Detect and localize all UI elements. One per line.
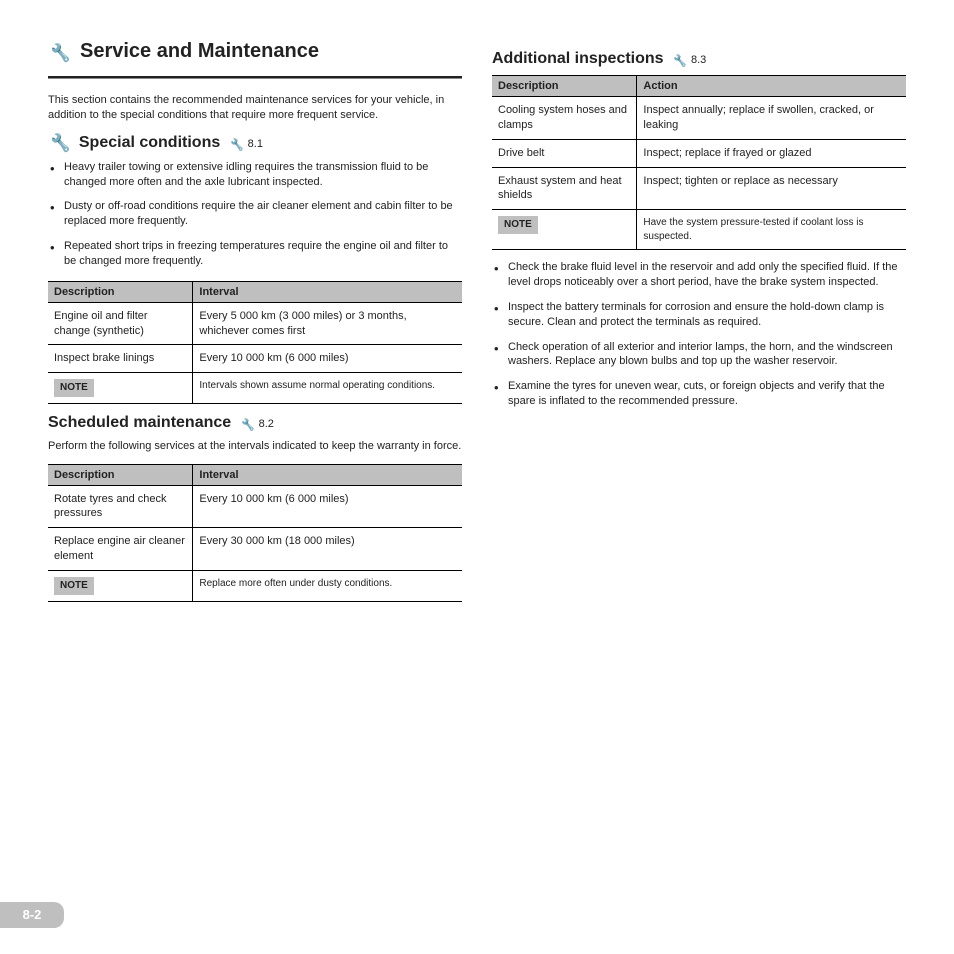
intro-paragraph: This section contains the recommended ma… bbox=[48, 93, 462, 123]
table-row: Drive belt Inspect; replace if frayed or… bbox=[492, 139, 906, 167]
table-cell: Exhaust system and heat shields bbox=[492, 167, 637, 210]
note-label: NOTE bbox=[54, 577, 94, 595]
table-cell: Replace engine air cleaner element bbox=[48, 528, 193, 571]
table-cell: Every 10 000 km (6 000 miles) bbox=[193, 485, 462, 528]
table-header: Description bbox=[48, 464, 193, 485]
table-cell: Every 10 000 km (6 000 miles) bbox=[193, 345, 462, 373]
table-cell: Intervals shown assume normal operating … bbox=[193, 373, 462, 404]
section-title: 🔧 Service and Maintenance bbox=[48, 40, 462, 68]
table-note-row: NOTE Have the system pressure-tested if … bbox=[492, 210, 906, 250]
table-cell: Inspect; tighten or replace as necessary bbox=[637, 167, 906, 210]
page-content: 🔧 Service and Maintenance This section c… bbox=[0, 0, 954, 652]
table-cell: Every 30 000 km (18 000 miles) bbox=[193, 528, 462, 571]
table-cell: Every 5 000 km (3 000 miles) or 3 months… bbox=[193, 302, 462, 345]
table-cell: NOTE bbox=[492, 210, 637, 250]
list-item: Check the brake fluid level in the reser… bbox=[492, 260, 906, 290]
list-item: Dusty or off-road conditions require the… bbox=[48, 199, 462, 229]
table-header: Interval bbox=[193, 464, 462, 485]
table-special-conditions: Description Interval Engine oil and filt… bbox=[48, 281, 462, 404]
table-cell: Inspect; replace if frayed or glazed bbox=[637, 139, 906, 167]
right-column: Additional inspections 🔧 8.3 Description … bbox=[492, 40, 906, 612]
subheading-scheduled-maintenance: Scheduled maintenance 🔧 8.2 bbox=[48, 414, 462, 433]
table-row: Rotate tyres and check pressures Every 1… bbox=[48, 485, 462, 528]
section-title-text: Service and Maintenance bbox=[80, 40, 319, 62]
subheading-ref: 🔧 8.2 bbox=[240, 418, 274, 430]
wrench-icon: 🔧 bbox=[239, 417, 255, 433]
wrench-icon: 🔧 bbox=[228, 137, 244, 153]
table-header: Description bbox=[492, 76, 637, 97]
wrench-icon: 🔧 bbox=[47, 42, 71, 65]
additional-inspections-list: Check the brake fluid level in the reser… bbox=[492, 260, 906, 409]
table-row: Exhaust system and heat shields Inspect;… bbox=[492, 167, 906, 210]
table-header-row: Description Interval bbox=[48, 281, 462, 302]
table-cell: NOTE bbox=[48, 373, 193, 404]
ref-number: 8.2 bbox=[259, 418, 274, 430]
subheading-text: Additional inspections bbox=[492, 50, 664, 67]
table-scheduled-maintenance: Description Interval Rotate tyres and ch… bbox=[48, 464, 462, 602]
list-item: Repeated short trips in freezing tempera… bbox=[48, 239, 462, 269]
table-row: Engine oil and filter change (synthetic)… bbox=[48, 302, 462, 345]
table-cell: Have the system pressure-tested if coola… bbox=[637, 210, 906, 250]
table-header: Interval bbox=[193, 281, 462, 302]
table-header: Description bbox=[48, 281, 193, 302]
special-conditions-list: Heavy trailer towing or extensive idling… bbox=[48, 160, 462, 269]
table-cell: Inspect annually; replace if swollen, cr… bbox=[637, 97, 906, 140]
wrench-icon: 🔧 bbox=[47, 132, 71, 155]
list-item: Heavy trailer towing or extensive idling… bbox=[48, 160, 462, 190]
table-cell: Inspect brake linings bbox=[48, 345, 193, 373]
table-row: Replace engine air cleaner element Every… bbox=[48, 528, 462, 571]
subheading-additional-inspections: Additional inspections 🔧 8.3 bbox=[492, 50, 906, 69]
table-cell: NOTE bbox=[48, 571, 193, 602]
list-item: Examine the tyres for uneven wear, cuts,… bbox=[492, 379, 906, 409]
table-cell: Rotate tyres and check pressures bbox=[48, 485, 193, 528]
title-rule bbox=[48, 76, 462, 79]
subheading-ref: 🔧 8.1 bbox=[229, 138, 263, 150]
table-cell: Drive belt bbox=[492, 139, 637, 167]
list-item: Check operation of all exterior and inte… bbox=[492, 340, 906, 370]
table-header: Action bbox=[637, 76, 906, 97]
table-additional-inspections: Description Action Cooling system hoses … bbox=[492, 75, 906, 250]
table-row: Inspect brake linings Every 10 000 km (6… bbox=[48, 345, 462, 373]
table-cell: Cooling system hoses and clamps bbox=[492, 97, 637, 140]
page-number-tab: 8-2 bbox=[0, 902, 64, 928]
table-header-row: Description Action bbox=[492, 76, 906, 97]
table-header-row: Description Interval bbox=[48, 464, 462, 485]
subheading-text: Scheduled maintenance bbox=[48, 414, 231, 431]
note-label: NOTE bbox=[498, 216, 538, 234]
table-cell: Engine oil and filter change (synthetic) bbox=[48, 302, 193, 345]
ref-number: 8.1 bbox=[248, 138, 263, 150]
table-cell: Replace more often under dusty condition… bbox=[193, 571, 462, 602]
scheduled-intro: Perform the following services at the in… bbox=[48, 439, 462, 454]
table-note-row: NOTE Intervals shown assume normal opera… bbox=[48, 373, 462, 404]
subheading-ref: 🔧 8.3 bbox=[672, 54, 706, 66]
table-row: Cooling system hoses and clamps Inspect … bbox=[492, 97, 906, 140]
page-footer: 8-2 bbox=[0, 902, 64, 928]
table-note-row: NOTE Replace more often under dusty cond… bbox=[48, 571, 462, 602]
ref-number: 8.3 bbox=[691, 54, 706, 66]
note-label: NOTE bbox=[54, 379, 94, 397]
subheading-text: Special conditions bbox=[79, 134, 220, 151]
list-item: Inspect the battery terminals for corros… bbox=[492, 300, 906, 330]
left-column: 🔧 Service and Maintenance This section c… bbox=[48, 40, 462, 612]
subheading-special-conditions: 🔧 Special conditions 🔧 8.1 bbox=[48, 133, 462, 154]
wrench-icon: 🔧 bbox=[671, 53, 687, 69]
